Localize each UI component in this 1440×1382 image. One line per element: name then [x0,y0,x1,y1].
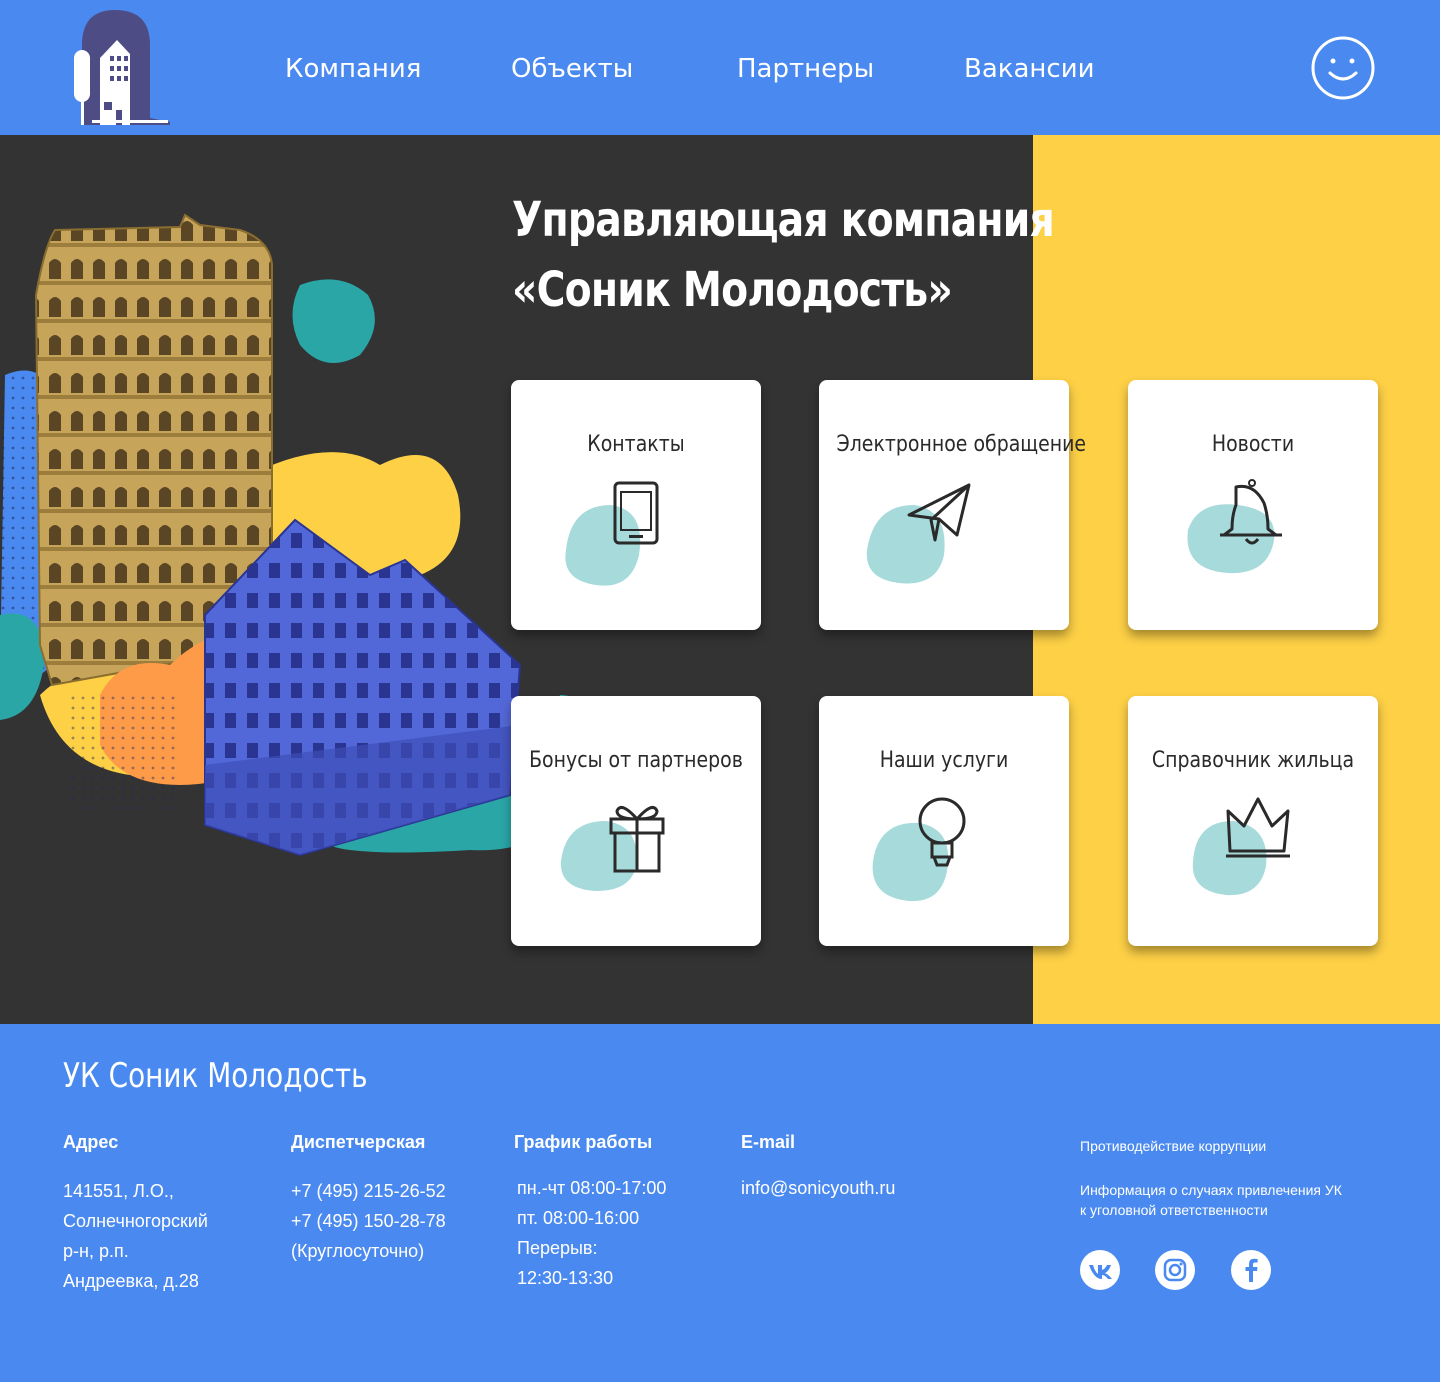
facebook-icon[interactable] [1231,1250,1271,1290]
card-label: Электронное обращение [836,432,1087,457]
phone-icon [565,481,659,586]
instagram-icon[interactable] [1155,1250,1195,1290]
hero-section: Управляющая компания «Соник Молодость» К… [0,135,1440,1024]
schedule-heading: График работы [514,1132,653,1152]
phone-link-2[interactable]: +7 (495) 150-28-78 [291,1206,446,1236]
bell-icon [1187,479,1282,574]
paper-plane-icon [866,483,971,584]
crown-icon [1192,797,1290,896]
card-label: Новости [1211,432,1295,457]
card-contacts[interactable]: Контакты [511,380,761,630]
card-news[interactable]: Новости [1128,380,1378,630]
nav-company[interactable]: Компания [285,52,421,86]
dispatch-phones: +7 (495) 215-26-52 +7 (495) 150-28-78 (К… [291,1176,446,1266]
card-partner-bonuses[interactable]: Бонусы от партнеров [511,696,761,946]
nav-vacancies[interactable]: Вакансии [964,52,1095,86]
card-label: Наши услуги [879,748,1009,773]
card-electronic-appeal[interactable]: Электронное обращение [819,380,1087,630]
lightbulb-icon [872,797,966,902]
email-link[interactable]: info@sonicyouth.ru [741,1173,895,1203]
gift-icon [560,805,665,891]
card-label: Контакты [587,432,685,457]
dispatch-heading: Диспетчерская [291,1132,426,1152]
footer: УК Соник Молодость Адрес 141551, Л.О., С… [0,1024,1440,1382]
header: Компания Объекты Партнеры Вакансии [0,0,1440,135]
card-label: Справочник жильца [1151,748,1355,773]
card-label: Бонусы от партнеров [529,748,743,773]
anticorruption-link[interactable]: Противодействие коррупции [1080,1136,1266,1156]
address-text: 141551, Л.О., Солнечногорский р-н, р.п. … [63,1181,208,1291]
address-heading: Адрес [63,1132,119,1152]
vk-icon[interactable] [1080,1250,1120,1290]
card-our-services[interactable]: Наши услуги [819,696,1069,946]
page-title: Управляющая компания «Соник Молодость» [512,192,1055,318]
card-resident-directory[interactable]: Справочник жильца [1128,696,1378,946]
nav-objects[interactable]: Объекты [511,52,633,86]
nav-partners[interactable]: Партнеры [737,52,874,86]
footer-title: УК Соник Молодость [63,1056,368,1096]
criminal-liability-info-link[interactable]: Информация о случаях привлечения УК к уг… [1080,1180,1342,1220]
phone-link-1[interactable]: +7 (495) 215-26-52 [291,1176,446,1206]
email-heading: E-mail [741,1132,796,1152]
schedule-text: пн.-чт 08:00-17:00 пт. 08:00-16:00 Перер… [517,1178,667,1288]
logo[interactable] [70,10,170,125]
profile-smiley-icon[interactable] [1310,35,1376,101]
buildings-collage [0,213,592,857]
